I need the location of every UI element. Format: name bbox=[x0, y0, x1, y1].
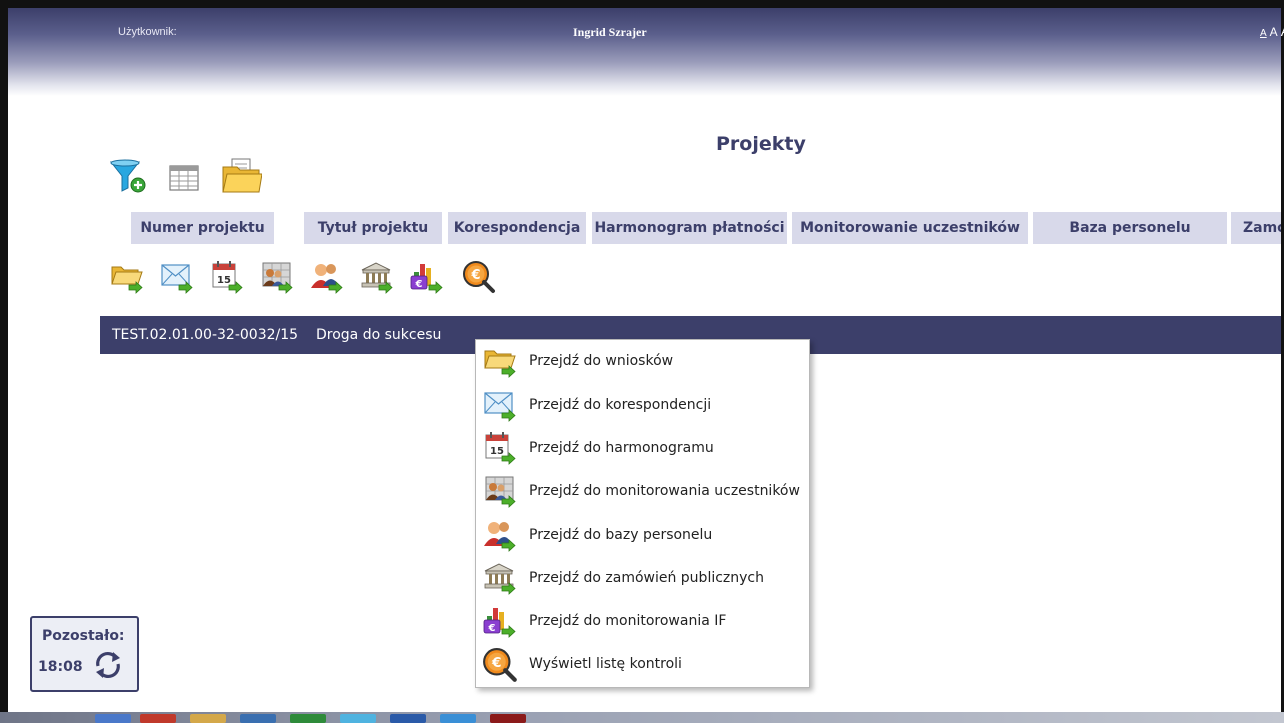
people-arrow-icon bbox=[482, 518, 518, 558]
project-number[interactable]: TEST.02.01.00-32-0032/15 bbox=[112, 327, 298, 343]
menu-item-label: Przejdź do harmonogramu bbox=[529, 440, 714, 456]
envelope-arrow-icon bbox=[482, 388, 518, 428]
font-size-small-link[interactable]: A bbox=[1260, 28, 1267, 39]
taskbar-button[interactable] bbox=[190, 714, 226, 723]
menu-item-staff-database[interactable]: Przejdź do bazy personelu bbox=[482, 516, 802, 556]
app-header: Użytkownik: Ingrid Szrajer AAA bbox=[8, 8, 1284, 96]
column-header-correspondence[interactable]: Korespondencja bbox=[448, 212, 586, 244]
menu-item-schedule[interactable]: Przejdź do harmonogramu bbox=[482, 429, 802, 469]
column-header-participant-monitoring[interactable]: Monitorowanie uczestników bbox=[792, 212, 1028, 244]
column-header-project-number[interactable]: Numer projektu bbox=[131, 212, 274, 244]
table-icon[interactable] bbox=[168, 163, 202, 197]
taskbar-button[interactable] bbox=[440, 714, 476, 723]
menu-item-participant-monitoring[interactable]: Przejdź do monitorowania uczestników bbox=[482, 472, 802, 512]
folder-documents-icon[interactable] bbox=[220, 156, 263, 200]
menu-item-label: Przejdź do monitorowania uczestników bbox=[529, 483, 800, 499]
menu-item-label: Przejdź do wniosków bbox=[529, 353, 674, 369]
user-name: Ingrid Szrajer bbox=[573, 25, 647, 39]
font-size-medium-link[interactable]: A bbox=[1270, 25, 1278, 39]
folder-arrow-icon[interactable] bbox=[110, 260, 144, 300]
menu-item-control-list[interactable]: Wyświetl listę kontroli bbox=[482, 645, 802, 685]
column-header-payment-schedule[interactable]: Harmonogram płatności bbox=[592, 212, 787, 244]
menu-item-label: Przejdź do korespondencji bbox=[529, 397, 712, 413]
calendar-arrow-icon[interactable] bbox=[210, 260, 244, 300]
refresh-icon[interactable] bbox=[90, 649, 126, 685]
taskbar-button[interactable] bbox=[140, 714, 176, 723]
menu-item-label: Wyświetl listę kontroli bbox=[529, 656, 682, 672]
chart-euro-arrow-icon bbox=[482, 604, 518, 644]
menu-item-applications[interactable]: Przejdź do wniosków bbox=[482, 342, 802, 382]
project-title[interactable]: Droga do sukcesu bbox=[316, 327, 441, 343]
euro-magnifier-icon bbox=[482, 647, 520, 689]
taskbar-button[interactable] bbox=[290, 714, 326, 723]
participants-arrow-icon bbox=[482, 474, 518, 514]
timer-label: Pozostało: bbox=[42, 628, 125, 644]
bank-arrow-icon bbox=[482, 561, 518, 601]
taskbar-button[interactable] bbox=[95, 714, 131, 723]
menu-item-if-monitoring[interactable]: Przejdź do monitorowania IF bbox=[482, 602, 802, 642]
menu-item-correspondence[interactable]: Przejdź do korespondencji bbox=[482, 386, 802, 426]
filter-add-icon[interactable] bbox=[108, 158, 148, 202]
participants-arrow-icon[interactable] bbox=[260, 260, 294, 300]
menu-item-label: Przejdź do monitorowania IF bbox=[529, 613, 727, 629]
column-header-public-procurement[interactable]: Zamó bbox=[1231, 212, 1281, 244]
menu-item-public-procurement[interactable]: Przejdź do zamówień publicznych bbox=[482, 559, 802, 599]
chart-euro-arrow-icon[interactable] bbox=[410, 260, 444, 300]
window-frame-top bbox=[0, 0, 1284, 8]
timer-value: 18:08 bbox=[38, 659, 83, 675]
people-arrow-icon[interactable] bbox=[310, 260, 344, 300]
column-header-project-title[interactable]: Tytuł projektu bbox=[304, 212, 442, 244]
envelope-arrow-icon[interactable] bbox=[160, 260, 194, 300]
context-menu: Przejdź do wniosków Przejdź do korespond… bbox=[475, 339, 810, 688]
session-timer: Pozostało: 18:08 bbox=[30, 616, 139, 692]
page-title: Projekty bbox=[716, 133, 806, 155]
calendar-arrow-icon bbox=[482, 431, 518, 471]
taskbar-button[interactable] bbox=[240, 714, 276, 723]
euro-magnifier-icon[interactable] bbox=[462, 260, 498, 300]
column-header-staff-database[interactable]: Baza personelu bbox=[1033, 212, 1227, 244]
bank-arrow-icon[interactable] bbox=[360, 260, 394, 300]
taskbar-button[interactable] bbox=[390, 714, 426, 723]
taskbar-button[interactable] bbox=[340, 714, 376, 723]
taskbar-button[interactable] bbox=[490, 714, 526, 723]
folder-arrow-icon bbox=[482, 344, 518, 384]
user-label: Użytkownik: bbox=[118, 26, 177, 38]
menu-item-label: Przejdź do zamówień publicznych bbox=[529, 570, 764, 586]
window-frame-left bbox=[0, 0, 8, 723]
menu-item-label: Przejdź do bazy personelu bbox=[529, 527, 713, 543]
font-size-controls: AAA bbox=[1260, 23, 1284, 41]
